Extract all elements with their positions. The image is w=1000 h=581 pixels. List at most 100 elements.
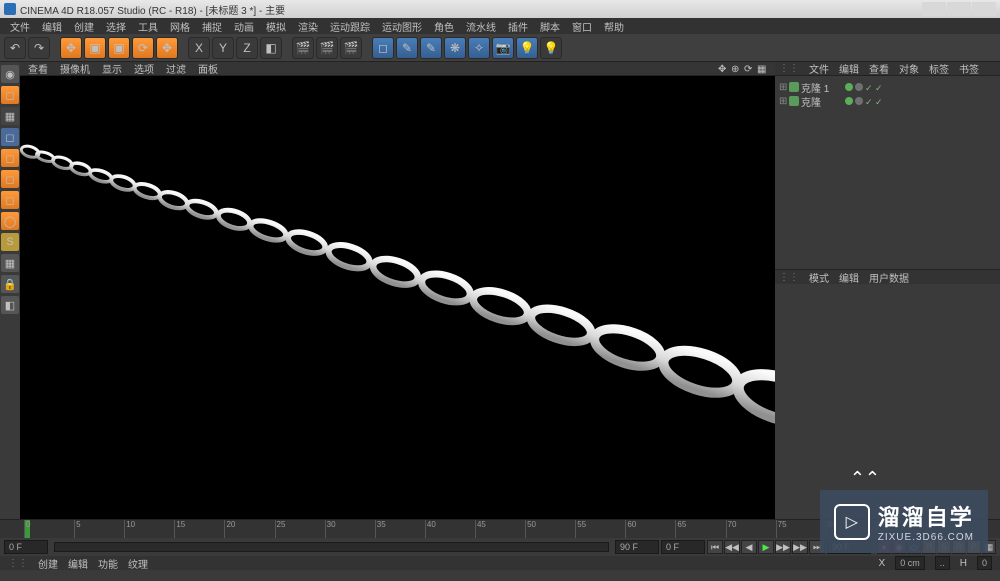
scale-tool[interactable]: ▣	[108, 37, 130, 59]
menu-mesh[interactable]: 网格	[164, 19, 196, 34]
undo-button[interactable]: ↶	[4, 37, 26, 59]
cur-frame-field[interactable]: 0 F	[661, 540, 705, 554]
workplane2-tool[interactable]: ▦	[1, 254, 19, 272]
menu-select[interactable]: 选择	[100, 19, 132, 34]
maximize-button[interactable]	[947, 2, 971, 16]
menu-tools[interactable]: 工具	[132, 19, 164, 34]
view-menu-camera[interactable]: 摄像机	[60, 61, 90, 76]
menu-edit[interactable]: 编辑	[36, 19, 68, 34]
goto-start-button[interactable]: ⏮	[707, 540, 723, 554]
coord-system-button[interactable]: ◧	[260, 37, 282, 59]
viewport-nav-icon[interactable]: ✥	[718, 64, 728, 74]
end-frame-field[interactable]: 90 F	[615, 540, 659, 554]
next-frame-button[interactable]: ▶▶	[775, 540, 791, 554]
obj-tab-tags[interactable]: 标签	[929, 61, 949, 76]
prev-key-button[interactable]: ◀◀	[724, 540, 740, 554]
viewport-solo-tool[interactable]: ◧	[1, 296, 19, 314]
obj-tab-bookmarks[interactable]: 书签	[959, 61, 979, 76]
object-tree[interactable]: ⊞ 克隆 1 ⊞ 克隆 ✓ ✓	[775, 76, 1000, 269]
menu-render[interactable]: 渲染	[292, 19, 324, 34]
redo-button[interactable]: ↷	[28, 37, 50, 59]
environment-button[interactable]: ✧	[468, 37, 490, 59]
light-button[interactable]: 💡	[516, 37, 538, 59]
menu-window[interactable]: 窗口	[566, 19, 598, 34]
attr-tab-edit[interactable]: 编辑	[839, 270, 859, 285]
menu-plugins[interactable]: 插件	[502, 19, 534, 34]
menu-pipeline[interactable]: 流水线	[460, 19, 502, 34]
tag-icon[interactable]: ✓	[875, 97, 883, 105]
obj-tab-edit[interactable]: 编辑	[839, 61, 859, 76]
mat-tab-create[interactable]: 创建	[38, 556, 58, 571]
object-row[interactable]: ⊞ 克隆	[779, 94, 839, 108]
workplane-tool[interactable]: ◻	[1, 128, 19, 146]
menu-mograph[interactable]: 运动图形	[376, 19, 428, 34]
view-menu-options[interactable]: 选项	[134, 61, 154, 76]
mat-tab-function[interactable]: 功能	[98, 556, 118, 571]
view-menu-display[interactable]: 显示	[102, 61, 122, 76]
render-vis-dot[interactable]	[855, 83, 863, 91]
obj-tab-view[interactable]: 查看	[869, 61, 889, 76]
make-editable-tool[interactable]: ◉	[1, 65, 19, 83]
model-tool[interactable]: ◻	[1, 86, 19, 104]
menu-motiontrack[interactable]: 运动跟踪	[324, 19, 376, 34]
prev-frame-button[interactable]: ◀	[741, 540, 757, 554]
render-view-button[interactable]: 🎬	[292, 37, 314, 59]
menu-script[interactable]: 脚本	[534, 19, 566, 34]
menu-create[interactable]: 创建	[68, 19, 100, 34]
minimize-button[interactable]	[922, 2, 946, 16]
x-axis-toggle[interactable]: X	[188, 37, 210, 59]
range-slider[interactable]	[54, 542, 609, 552]
coord-dot-field[interactable]: ..	[935, 556, 950, 570]
menu-character[interactable]: 角色	[428, 19, 460, 34]
coord-x-field[interactable]: 0 cm	[895, 556, 925, 570]
editor-vis-dot[interactable]	[845, 83, 853, 91]
light2-button[interactable]: 💡	[540, 37, 562, 59]
menu-snap[interactable]: 捕捉	[196, 19, 228, 34]
object-name[interactable]: 克隆 1	[801, 80, 829, 95]
point-tool[interactable]: ◻	[1, 149, 19, 167]
attr-tab-userdata[interactable]: 用户数据	[869, 270, 909, 285]
render-vis-dot[interactable]	[855, 97, 863, 105]
edge-tool[interactable]: ◻	[1, 170, 19, 188]
move-tool[interactable]: ▣	[84, 37, 106, 59]
spline-button[interactable]: ✎	[396, 37, 418, 59]
rotate-tool[interactable]: ⟳	[132, 37, 154, 59]
view-menu-filter[interactable]: 过滤	[166, 61, 186, 76]
snap-tool[interactable]: S	[1, 233, 19, 251]
camera-button[interactable]: 📷	[492, 37, 514, 59]
generator-button[interactable]: ✎	[420, 37, 442, 59]
menu-help[interactable]: 帮助	[598, 19, 630, 34]
view-menu-view[interactable]: 查看	[28, 61, 48, 76]
menu-animate[interactable]: 动画	[228, 19, 260, 34]
object-name[interactable]: 克隆	[801, 94, 821, 109]
render-picture-button[interactable]: 🎬	[316, 37, 338, 59]
live-select-tool[interactable]: ✥	[60, 37, 82, 59]
coord-h-field[interactable]: 0	[977, 556, 992, 570]
enable-check[interactable]: ✓	[865, 83, 873, 91]
polygon-tool[interactable]: ◻	[1, 191, 19, 209]
next-key-button[interactable]: ▶▶	[792, 540, 808, 554]
deformer-button[interactable]: ❋	[444, 37, 466, 59]
viewport-layout-icon[interactable]: ▦	[757, 64, 767, 74]
mat-tab-edit[interactable]: 编辑	[68, 556, 88, 571]
obj-tab-objects[interactable]: 对象	[899, 61, 919, 76]
lock-tool[interactable]: 🔒	[1, 275, 19, 293]
tag-icon[interactable]: ✓	[875, 83, 883, 91]
texture-tool[interactable]: ▦	[1, 107, 19, 125]
viewport[interactable]	[20, 76, 775, 519]
viewport-rotate-icon[interactable]: ⟳	[744, 64, 754, 74]
expand-icon[interactable]: ⊞	[779, 96, 787, 107]
menu-file[interactable]: 文件	[4, 19, 36, 34]
view-menu-panel[interactable]: 面板	[198, 61, 218, 76]
object-row[interactable]: ⊞ 克隆 1	[779, 80, 839, 94]
play-button[interactable]: ▶	[758, 540, 774, 554]
primitive-button[interactable]: ◻	[372, 37, 394, 59]
menu-simulate[interactable]: 模拟	[260, 19, 292, 34]
expand-icon[interactable]: ⊞	[779, 82, 787, 93]
mat-tab-texture[interactable]: 纹理	[128, 556, 148, 571]
obj-tab-file[interactable]: 文件	[809, 61, 829, 76]
close-button[interactable]	[972, 2, 996, 16]
editor-vis-dot[interactable]	[845, 97, 853, 105]
last-tool[interactable]: ✥	[156, 37, 178, 59]
viewport-zoom-icon[interactable]: ⊕	[731, 64, 741, 74]
